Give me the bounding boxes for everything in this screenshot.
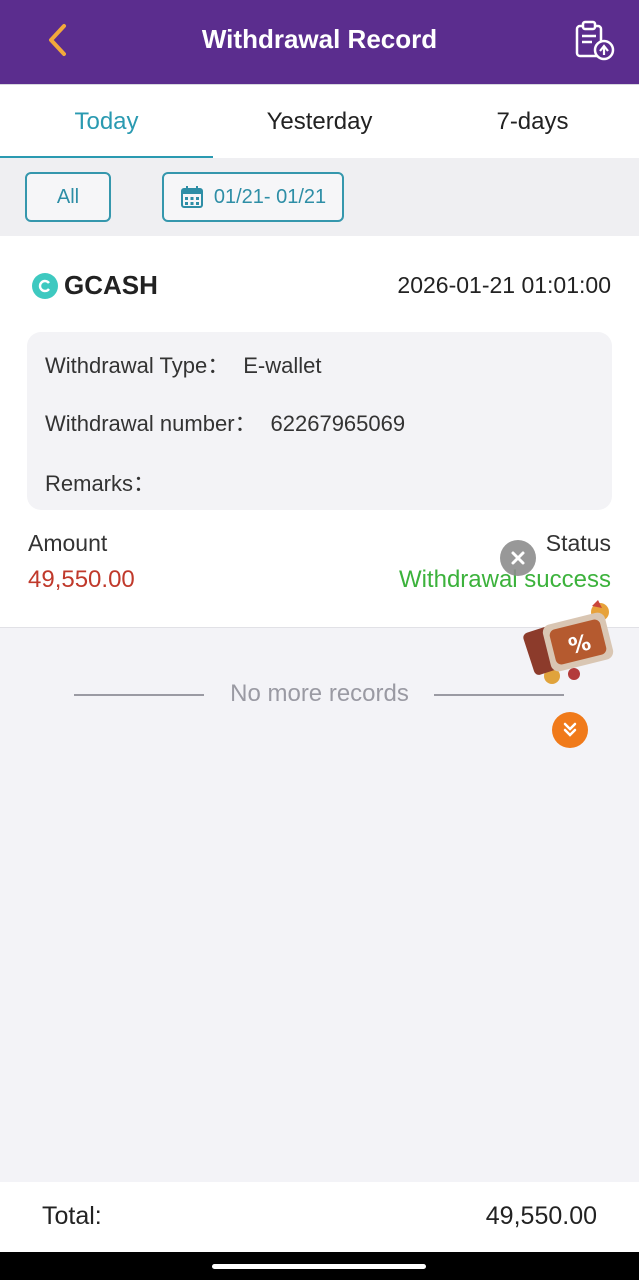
double-chevron-down-icon: [563, 722, 577, 737]
all-filter-button[interactable]: All: [25, 172, 111, 222]
divider-line: [434, 694, 564, 696]
promo-gift-icon: %: [523, 600, 614, 684]
total-value: 49,550.00: [485, 1202, 597, 1230]
withdrawal-number-row: Withdrawal number： 62267965069: [45, 406, 405, 438]
status-label: Status: [545, 530, 611, 556]
total-label: Total:: [42, 1202, 102, 1230]
date-tabs: Today Yesterday 7-days: [0, 84, 639, 159]
tab-yesterday[interactable]: Yesterday: [213, 85, 426, 159]
payment-method: GCASH: [32, 270, 158, 301]
record-details-box: Withdrawal Type： E-wallet Withdrawal numb…: [27, 332, 612, 510]
withdrawal-record-card[interactable]: GCASH 2026-01-21 01:01:00 Withdrawal Typ…: [0, 236, 639, 628]
remarks-row: Remarks：: [45, 466, 169, 498]
record-datetime: 2026-01-21 01:01:00: [397, 272, 611, 298]
calendar-icon: [180, 186, 203, 208]
withdrawal-type-row: Withdrawal Type： E-wallet: [45, 348, 321, 380]
payment-method-name: GCASH: [64, 270, 158, 300]
close-icon: [511, 551, 525, 565]
close-promo-button[interactable]: [500, 540, 536, 576]
promo-floating-button[interactable]: %: [522, 598, 626, 690]
remarks-label: Remarks：: [45, 471, 156, 496]
clipboard-upload-button[interactable]: [573, 20, 615, 62]
filter-bar: All 01/21- 01/21: [0, 158, 639, 236]
system-navigation-bar: [0, 1252, 639, 1280]
tab-label: Yesterday: [266, 108, 373, 135]
scroll-down-button[interactable]: [552, 712, 588, 748]
tab-7-days[interactable]: 7-days: [426, 85, 639, 159]
tab-label: 7-days: [496, 108, 569, 135]
tab-label: Today: [74, 108, 139, 135]
total-bar: Total: 49,550.00: [0, 1182, 639, 1252]
tab-today[interactable]: Today: [0, 85, 213, 159]
withdrawal-type-value: E-wallet: [243, 353, 322, 378]
amount-label: Amount: [28, 530, 108, 556]
date-range-label: 01/21- 01/21: [213, 185, 327, 208]
date-range-picker[interactable]: 01/21- 01/21: [162, 172, 344, 222]
withdrawal-number-label: Withdrawal number：: [45, 411, 257, 436]
page-title: Withdrawal Record: [201, 24, 438, 54]
clipboard-upload-icon: [575, 20, 615, 61]
all-filter-label: All: [56, 185, 80, 208]
withdrawal-type-label: Withdrawal Type：: [45, 353, 230, 378]
amount-value: 49,550.00: [28, 566, 135, 593]
gcash-logo-icon: [32, 272, 58, 299]
home-gesture-handle[interactable]: [212, 1264, 426, 1269]
app-header: Withdrawal Record: [0, 0, 639, 84]
withdrawal-number-value: 62267965069: [270, 411, 406, 436]
